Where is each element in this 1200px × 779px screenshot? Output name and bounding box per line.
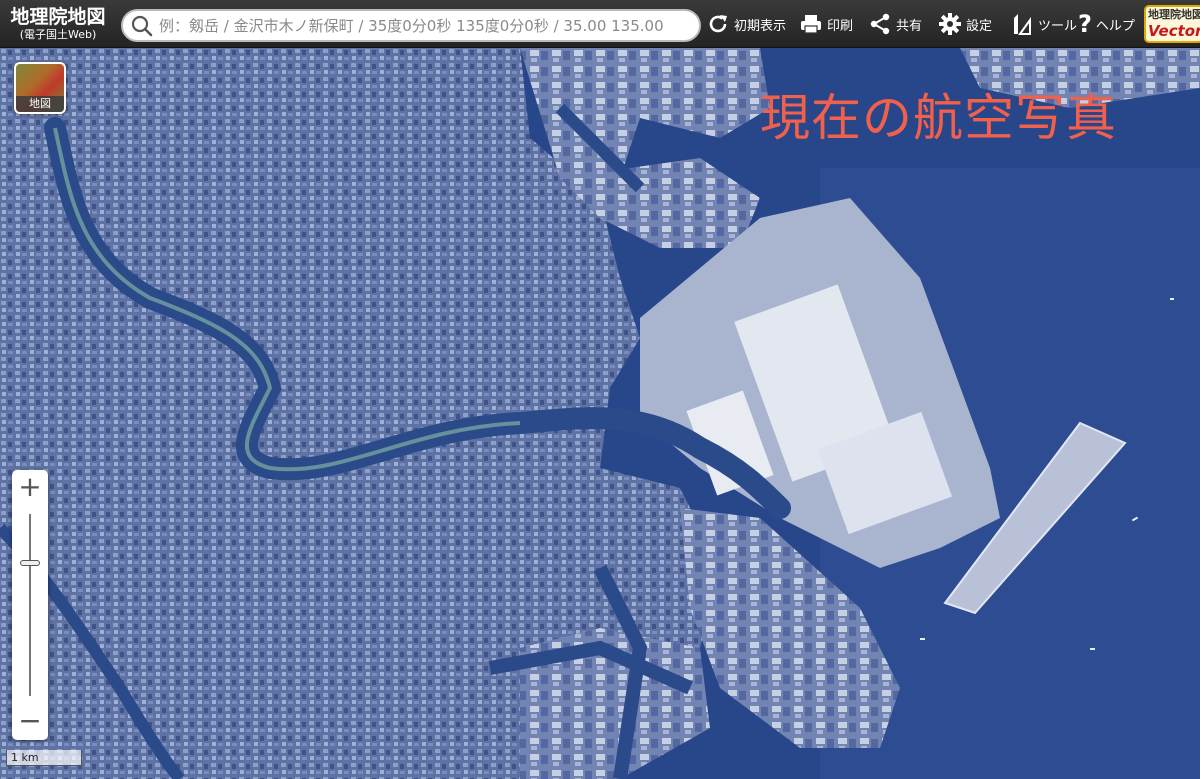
help-label: ヘルプ: [1095, 18, 1135, 34]
print-icon: [801, 15, 821, 34]
site-logo[interactable]: 地理院地図 (電子国土Web): [0, 0, 116, 48]
share-button[interactable]: 共有: [868, 0, 922, 48]
reset-icon: [709, 15, 727, 33]
aerial-photo[interactable]: [0, 48, 1200, 779]
help-button[interactable]: ? ヘルプ: [1078, 0, 1135, 48]
logo-subtitle: (電子国土Web): [19, 28, 97, 41]
zoom-out-button[interactable]: −: [12, 704, 48, 740]
vector-map-link[interactable]: 地理院地図 Vector: [1144, 5, 1200, 43]
layer-switch-label: 地図: [16, 96, 64, 112]
search-icon[interactable]: [127, 11, 157, 41]
share-icon: [870, 13, 890, 35]
tools-button[interactable]: ツール: [1010, 0, 1077, 48]
logo-title: 地理院地図: [10, 6, 106, 28]
help-icon: ?: [1078, 10, 1092, 38]
zoom-in-button[interactable]: +: [12, 470, 48, 506]
search-box: [121, 9, 701, 42]
print-button[interactable]: 印刷: [799, 0, 853, 48]
share-label: 共有: [896, 18, 923, 34]
header-bar: 地理院地図 (電子国土Web) 初期表示 印刷 共有: [0, 0, 1200, 48]
settings-label: 設定: [966, 18, 993, 34]
map-view[interactable]: 現在の航空写真 地図 + − 1 km: [0, 48, 1200, 779]
zoom-slider-track[interactable]: [29, 514, 31, 696]
vector-badge-title: 地理院地図: [1148, 8, 1200, 21]
gear-icon: [939, 13, 961, 35]
aerial-photo-label: 現在の航空写真: [760, 89, 1117, 147]
settings-button[interactable]: 設定: [938, 0, 992, 48]
zoom-slider-handle[interactable]: [20, 560, 40, 566]
vector-badge-logo: Vector: [1148, 22, 1200, 40]
print-label: 印刷: [827, 18, 854, 34]
zoom-control: + −: [12, 470, 48, 740]
reset-view-button[interactable]: 初期表示: [706, 0, 786, 48]
reset-view-label: 初期表示: [734, 18, 787, 34]
search-input[interactable]: [157, 11, 699, 40]
tools-label: ツール: [1038, 18, 1078, 34]
layer-switch-button[interactable]: 地図: [14, 62, 66, 114]
tool-icon: [1014, 14, 1031, 35]
scale-bar: 1 km: [6, 750, 82, 766]
